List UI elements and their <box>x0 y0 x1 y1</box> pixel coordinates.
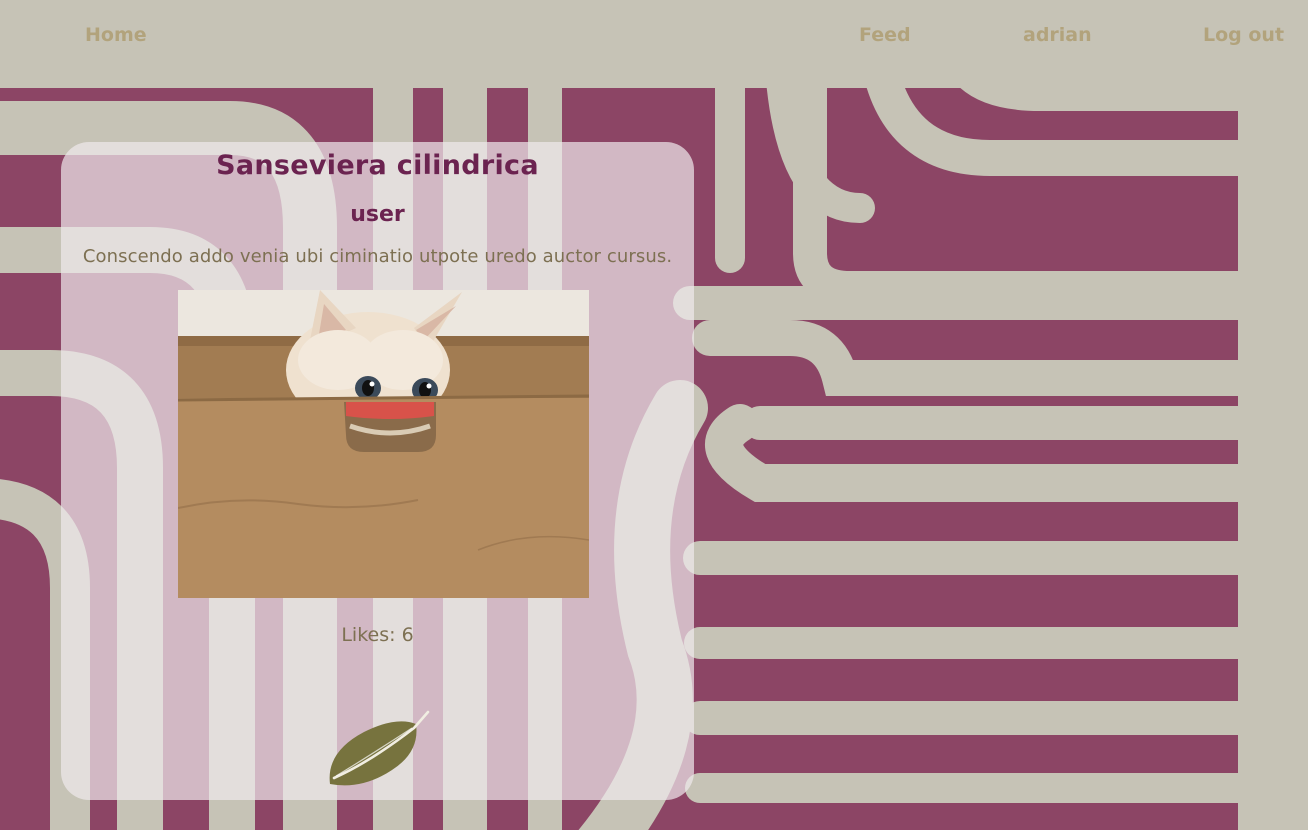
like-button[interactable] <box>322 708 434 790</box>
cat-in-box-illustration <box>178 290 589 598</box>
navbar: Home Feed adrian Log out <box>0 0 1308 88</box>
post-body: Conscendo addo venia ubi ciminatio utpot… <box>82 246 673 267</box>
post-author[interactable]: user <box>0 202 755 227</box>
post-image <box>178 290 589 598</box>
right-gutter <box>1238 88 1308 830</box>
leaf-icon <box>329 710 430 786</box>
nav-profile-link[interactable]: adrian <box>1023 24 1092 46</box>
page: Home Feed adrian Log out Sanseviera cili… <box>0 0 1308 830</box>
nav-logout-link[interactable]: Log out <box>1203 24 1284 46</box>
nav-home-link[interactable]: Home <box>85 24 147 46</box>
nav-feed-link[interactable]: Feed <box>859 24 911 46</box>
post-title: Sanseviera cilindrica <box>216 150 539 181</box>
likes-count: Likes: 6 <box>341 624 414 646</box>
